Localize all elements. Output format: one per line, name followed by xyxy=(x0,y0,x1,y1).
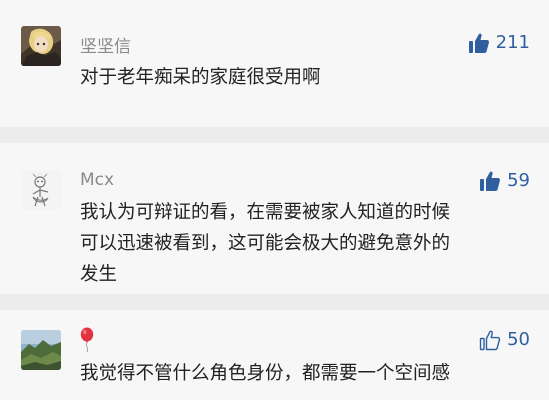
avatar[interactable] xyxy=(21,170,61,210)
comment-list: 坚坚信 对于老年痴呆的家庭很受用啊 211 Mcx 我认为可辩证的看，在需要被家… xyxy=(0,0,549,400)
like-button[interactable]: 50 xyxy=(479,329,530,351)
comment-text: 对于老年痴呆的家庭很受用啊 xyxy=(80,62,532,93)
red-balloon-icon xyxy=(80,327,94,357)
comment-text-line: 发生 xyxy=(80,264,118,285)
like-count: 50 xyxy=(507,329,530,350)
comment-text-line: 可以迅速被看到，这可能会极大的避免意外的 xyxy=(80,233,451,254)
comment-text-line: 对于老年痴呆的家庭很受用啊 xyxy=(80,67,321,88)
like-button[interactable]: 59 xyxy=(479,170,530,192)
avatar[interactable] xyxy=(21,26,61,66)
comment-text: 我觉得不管什么角色身份，都需要一个空间感 xyxy=(80,358,532,389)
thumbs-up-filled-icon xyxy=(479,170,501,192)
thumbs-up-filled-icon xyxy=(468,32,490,54)
landscape-photo-avatar-icon xyxy=(21,330,61,370)
comment-text-line: 我认为可辩证的看，在需要被家人知道的时候 xyxy=(80,202,451,223)
comment-item: Mcx 我认为可辩证的看，在需要被家人知道的时候 可以迅速被看到，这可能会极大的… xyxy=(0,143,549,294)
comment-item: 我觉得不管什么角色身份，都需要一个空间感 50 xyxy=(0,310,549,400)
comment-text-line: 我觉得不管什么角色身份，都需要一个空间感 xyxy=(80,363,451,384)
comment-username[interactable]: 坚坚信 xyxy=(80,32,131,57)
comment-item: 坚坚信 对于老年痴呆的家庭很受用啊 211 xyxy=(0,0,549,127)
like-count: 59 xyxy=(507,170,530,191)
like-button[interactable]: 211 xyxy=(468,32,530,54)
like-count: 211 xyxy=(495,32,530,53)
comment-text: 我认为可辩证的看，在需要被家人知道的时候 可以迅速被看到，这可能会极大的避免意外… xyxy=(80,197,532,290)
avatar[interactable] xyxy=(21,330,61,370)
thumbs-up-outline-icon xyxy=(479,329,501,351)
comment-username[interactable]: Mcx xyxy=(80,170,114,190)
sketch-character-avatar-icon xyxy=(21,170,61,210)
anime-character-avatar-icon xyxy=(21,26,61,66)
